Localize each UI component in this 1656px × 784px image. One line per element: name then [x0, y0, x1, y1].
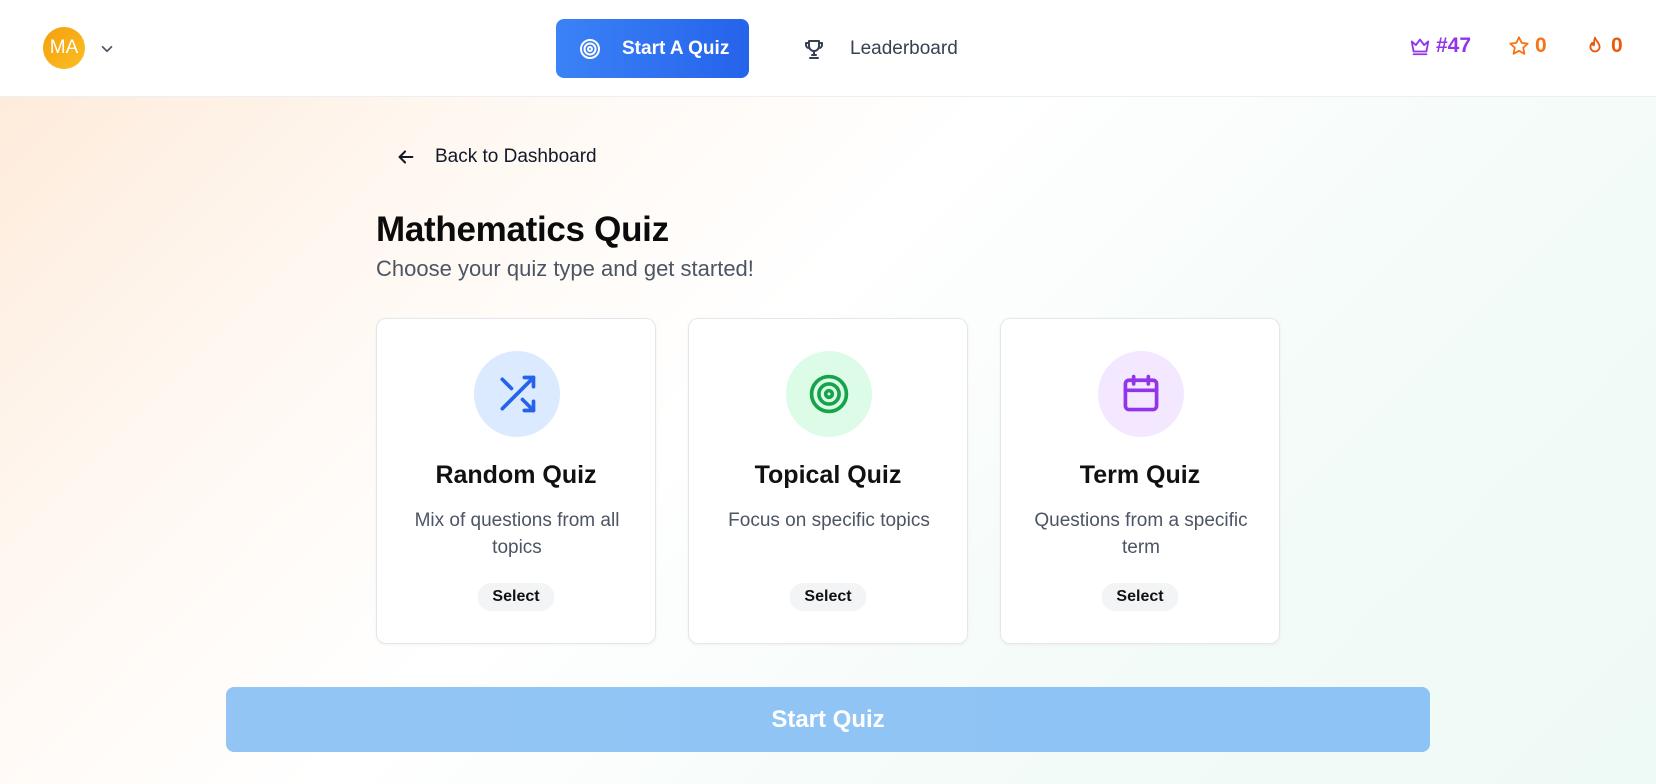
topical-quiz-icon-circle: [786, 351, 872, 437]
page-subtitle: Choose your quiz type and get started!: [376, 256, 754, 281]
rank-value: #47: [1436, 34, 1472, 57]
flame-icon: [1589, 36, 1601, 53]
stars-stat: 0: [1508, 34, 1547, 58]
topical-quiz-title: Topical Quiz: [754, 461, 902, 489]
streak-stat: 0: [1584, 34, 1623, 58]
avatar[interactable]: MA: [43, 27, 85, 69]
term-quiz-title: Term Quiz: [1079, 461, 1201, 489]
streak-value: 0: [1611, 34, 1623, 57]
rank-stat: #47: [1409, 34, 1471, 58]
arrow-left-icon: [398, 150, 414, 164]
back-label: Back to Dashboard: [435, 146, 597, 167]
topical-quiz-select-badge[interactable]: Select: [789, 583, 867, 611]
page-title: Mathematics Quiz: [376, 210, 669, 249]
topical-quiz-card[interactable]: Topical Quiz Focus on specific topics Se…: [688, 318, 968, 644]
start-a-quiz-nav-button[interactable]: Start A Quiz: [556, 19, 749, 78]
random-quiz-icon-circle: [474, 351, 560, 437]
target-icon: [809, 374, 849, 414]
shuffle-icon: [500, 375, 536, 413]
chevron-down-icon[interactable]: [98, 40, 116, 58]
back-to-dashboard-link[interactable]: Back to Dashboard: [395, 146, 597, 168]
star-icon: [1509, 36, 1529, 55]
term-quiz-card[interactable]: Term Quiz Questions from a specific term…: [1000, 318, 1280, 644]
term-quiz-description: Questions from a specific term: [1034, 510, 1248, 558]
target-icon: [580, 38, 600, 59]
leaderboard-nav-button[interactable]: Leaderboard: [792, 19, 982, 78]
crown-icon: [1410, 38, 1430, 56]
trophy-icon: [805, 39, 823, 59]
term-quiz-icon-circle: [1098, 351, 1184, 437]
stars-value: 0: [1535, 34, 1547, 57]
start-a-quiz-label: Start A Quiz: [622, 37, 730, 59]
random-quiz-select-badge[interactable]: Select: [477, 583, 555, 611]
random-quiz-card[interactable]: Random Quiz Mix of questions from all to…: [376, 318, 656, 644]
calendar-icon: [1123, 374, 1159, 412]
leaderboard-label: Leaderboard: [850, 37, 958, 59]
top-bar: MA Start A Quiz Leaderboard #47 0 0: [0, 0, 1656, 97]
random-quiz-title: Random Quiz: [435, 461, 597, 489]
term-quiz-select-badge[interactable]: Select: [1101, 583, 1179, 611]
random-quiz-description: Mix of questions from all topics: [414, 510, 620, 558]
start-quiz-button[interactable]: Start Quiz: [226, 687, 1430, 752]
topical-quiz-description: Focus on specific topics: [728, 510, 930, 531]
